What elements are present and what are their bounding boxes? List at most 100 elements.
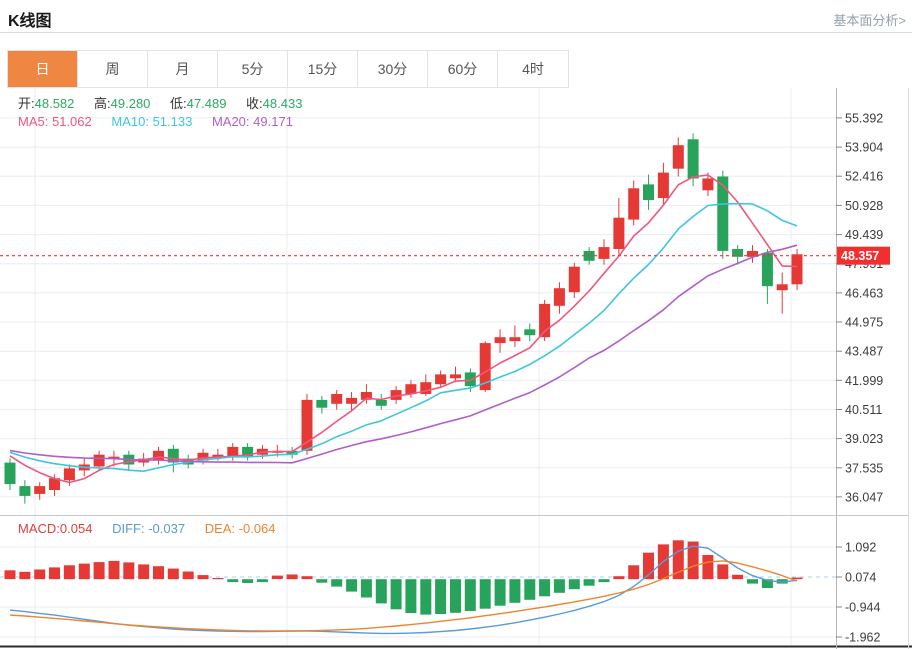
price-tick-label: 40.511 — [845, 403, 882, 417]
macd-bar — [569, 579, 580, 589]
macd-bar — [272, 576, 283, 580]
candle-body[interactable] — [717, 177, 728, 251]
candle-body[interactable] — [495, 337, 506, 343]
candle-body[interactable] — [599, 247, 610, 259]
macd-bar — [153, 566, 164, 579]
tab-30分[interactable]: 30分 — [358, 51, 428, 87]
macd-bar — [584, 579, 595, 586]
candle-body[interactable] — [792, 254, 803, 284]
price-tick-label: 53.904 — [845, 141, 883, 155]
macd-bar — [198, 575, 209, 579]
ma5-line — [10, 175, 797, 483]
kline-page: { "header": { "title": "K线图", "link": "基… — [0, 0, 912, 649]
macd-bar — [94, 562, 105, 579]
candle-body[interactable] — [316, 400, 327, 408]
macd-bar — [79, 564, 90, 580]
candle-body[interactable] — [524, 329, 535, 335]
candle-body[interactable] — [34, 486, 45, 494]
macd-bar — [183, 572, 194, 580]
macd-bar — [34, 570, 45, 580]
ma10-line — [10, 204, 797, 472]
candle-body[interactable] — [302, 400, 313, 451]
candle-body[interactable] — [450, 374, 461, 378]
macd-bar — [242, 579, 253, 583]
price-tick-label: 36.047 — [845, 490, 883, 504]
candle-body[interactable] — [658, 173, 669, 199]
macd-bar — [376, 579, 387, 603]
candle-body[interactable] — [613, 218, 624, 249]
candle-body[interactable] — [64, 468, 75, 480]
candle-body[interactable] — [762, 253, 773, 286]
macd-bar — [49, 567, 60, 579]
fundamental-analysis-link[interactable]: 基本面分析> — [833, 10, 906, 29]
macd-bar — [138, 564, 149, 579]
macd-bar — [302, 576, 313, 579]
candle-body[interactable] — [153, 451, 164, 461]
candle-body[interactable] — [331, 394, 342, 404]
macd-bar — [599, 579, 610, 582]
macd-bar — [465, 579, 476, 611]
price-tick-label: 41.999 — [845, 374, 883, 388]
candle-body[interactable] — [673, 145, 684, 169]
price-tick-label: 55.392 — [845, 111, 883, 125]
macd-bar — [19, 572, 30, 579]
main-chart-canvas[interactable]: 55.39253.90452.41650.92849.43947.95146.4… — [0, 88, 912, 515]
ma20-line — [10, 245, 797, 463]
tab-月[interactable]: 月 — [148, 51, 218, 87]
macd-bar — [628, 565, 639, 579]
candle-body[interactable] — [509, 337, 520, 341]
price-tick-label: 37.535 — [845, 461, 883, 475]
macd-bar — [257, 579, 268, 582]
macd-bar — [168, 569, 179, 580]
macd-bar — [717, 564, 728, 579]
tab-15分[interactable]: 15分 — [288, 51, 358, 87]
macd-bar — [227, 579, 238, 582]
macd-bar — [495, 579, 506, 606]
tab-5分[interactable]: 5分 — [218, 51, 288, 87]
candle-body[interactable] — [777, 284, 788, 290]
candle-body[interactable] — [628, 188, 639, 219]
macd-tick-label: -1.962 — [845, 631, 880, 645]
macd-bar — [287, 575, 298, 580]
macd-bar — [509, 579, 520, 603]
macd-bar — [109, 561, 120, 579]
candle-body[interactable] — [5, 463, 16, 485]
price-tick-label: 52.416 — [845, 170, 883, 184]
current-price-text: 48.357 — [841, 249, 879, 263]
macd-bar — [613, 576, 624, 579]
price-tick-label: 49.439 — [845, 228, 883, 242]
macd-bar — [123, 562, 134, 579]
candle-body[interactable] — [643, 184, 654, 200]
tab-日[interactable]: 日 — [8, 51, 78, 87]
macd-bar — [435, 579, 446, 614]
macd-bar — [64, 565, 75, 579]
macd-tick-label: -0.944 — [845, 601, 880, 615]
candle-body[interactable] — [376, 400, 387, 406]
candle-body[interactable] — [554, 288, 565, 306]
page-title: K线图 — [8, 7, 52, 31]
macd-bar — [212, 578, 223, 579]
candle-body[interactable] — [19, 486, 30, 496]
candle-body[interactable] — [702, 179, 713, 191]
candle-body[interactable] — [435, 374, 446, 384]
macd-bar — [420, 579, 431, 614]
macd-bar — [480, 579, 491, 609]
macd-bar — [316, 579, 327, 583]
candle-body[interactable] — [346, 398, 357, 404]
tab-4时[interactable]: 4时 — [498, 51, 568, 87]
tab-60分[interactable]: 60分 — [428, 51, 498, 87]
candle-body[interactable] — [569, 267, 580, 293]
macd-bar — [732, 575, 743, 579]
candles-group — [5, 133, 803, 503]
macd-bar — [524, 579, 535, 600]
macd-bar — [361, 579, 372, 597]
price-tick-label: 39.023 — [845, 432, 883, 446]
tab-周[interactable]: 周 — [78, 51, 148, 87]
macd-chart-canvas[interactable]: 1.0920.074-0.944-1.962 — [0, 515, 912, 649]
macd-bar — [391, 579, 402, 609]
candle-body[interactable] — [94, 455, 105, 467]
price-tick-label: 44.975 — [845, 316, 883, 330]
candle-body[interactable] — [688, 139, 699, 178]
candle-body[interactable] — [465, 372, 476, 386]
macd-bar — [346, 579, 357, 591]
